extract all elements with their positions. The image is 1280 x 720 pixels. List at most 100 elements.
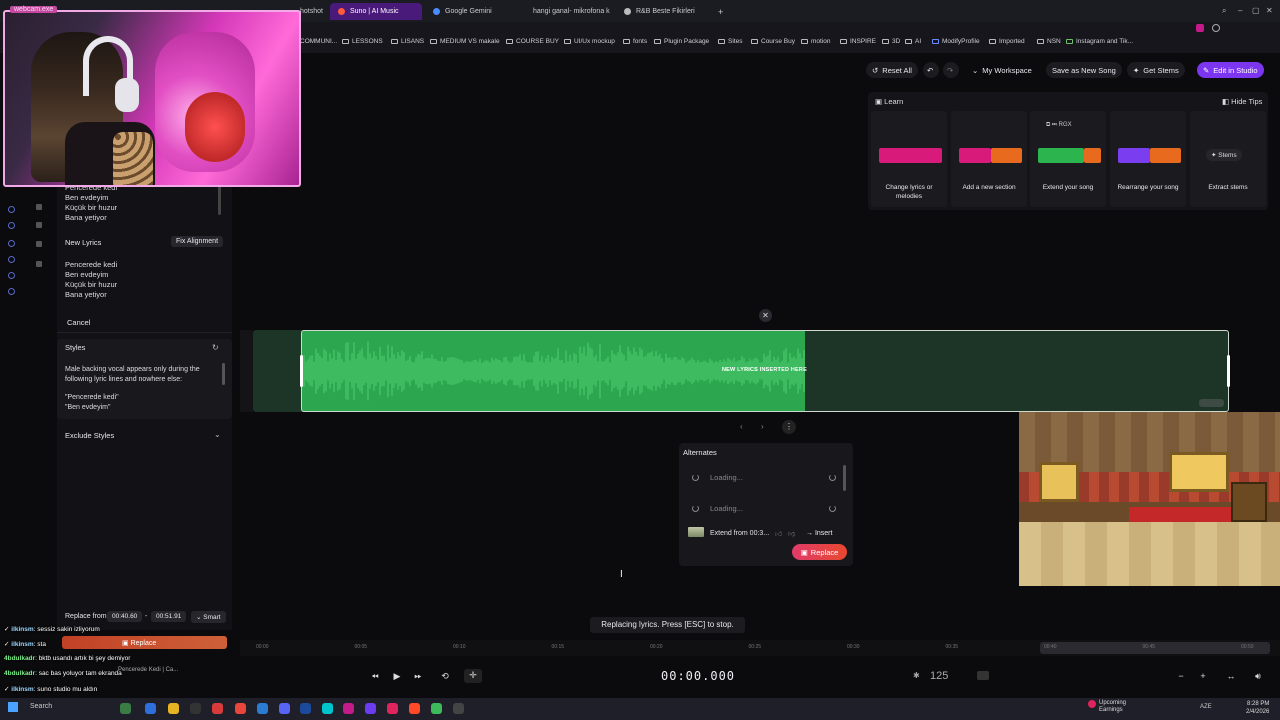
volume-icon[interactable]: 🔊︎ — [1251, 670, 1265, 682]
keyboard-icon[interactable] — [977, 671, 989, 680]
zoom-out-icon[interactable]: − — [1174, 670, 1188, 682]
notifications-icon[interactable] — [8, 272, 15, 279]
bookmark-item[interactable]: NSN — [1037, 38, 1061, 45]
taskbar-app-icon[interactable] — [322, 703, 333, 714]
tab-gemini[interactable]: Google Gemini — [425, 3, 517, 20]
home-icon[interactable] — [8, 206, 15, 213]
news-widget[interactable]: Upcoming Earnings — [1099, 700, 1126, 714]
maximize-icon[interactable]: ▢ — [1252, 6, 1260, 15]
bookmark-item[interactable]: Imported — [989, 38, 1025, 45]
extension-icon[interactable] — [1196, 24, 1204, 32]
chevron-down-icon[interactable]: ⌄ — [214, 430, 221, 439]
reset-styles-icon[interactable]: ↻ — [212, 343, 219, 352]
hide-tips-button[interactable]: ◧ Hide Tips — [1222, 97, 1262, 106]
bookmark-item[interactable]: 3D — [882, 38, 900, 45]
taskbar-app-icon[interactable] — [453, 703, 464, 714]
tip-card-stems[interactable]: ✦ Stems Extract stems — [1190, 111, 1266, 207]
styles-input[interactable]: Male backing vocal appears only during t… — [65, 365, 200, 413]
replace-from-input[interactable]: 00:40.60 — [107, 611, 143, 622]
bookmark-item[interactable]: LESSONS — [342, 38, 383, 45]
redo-button[interactable]: ↷ — [943, 62, 959, 78]
save-new-song-button[interactable]: Save as New Song — [1046, 62, 1122, 78]
bookmark-item[interactable]: COURSE BUY — [506, 38, 559, 45]
zoom-in-icon[interactable]: + — [1196, 670, 1210, 682]
download-icon[interactable] — [8, 256, 15, 263]
bookmark-item[interactable]: INSPIRE — [840, 38, 876, 45]
snap-icon[interactable]: ✛ — [464, 669, 482, 683]
taskbar-explorer-icon[interactable] — [168, 703, 179, 714]
close-window-icon[interactable]: ✕ — [1266, 6, 1273, 15]
bookmark-item[interactable]: LISANS — [391, 38, 424, 45]
range-start-handle[interactable] — [300, 355, 303, 387]
bookmark-item[interactable]: COMMUNI... — [300, 38, 337, 45]
bookmark-item[interactable]: Course Buy — [751, 38, 795, 45]
language-indicator[interactable]: AZE — [1200, 704, 1212, 710]
taskbar-app-icon[interactable] — [190, 703, 201, 714]
bookmark-item[interactable]: AI — [905, 38, 921, 45]
fix-alignment-button[interactable]: Fix Alignment — [171, 236, 224, 247]
replace-button[interactable]: ▣ Replace — [792, 544, 847, 560]
styles-scrollbar[interactable] — [222, 363, 225, 385]
replace-to-input[interactable]: 00:51.91 — [151, 611, 187, 622]
windows-start-icon[interactable] — [8, 702, 18, 712]
exclude-styles-toggle[interactable]: Exclude Styles — [65, 431, 114, 440]
create-icon[interactable] — [8, 222, 15, 229]
cancel-button[interactable]: Cancel — [67, 318, 90, 327]
news-icon[interactable] — [1088, 700, 1096, 708]
smart-dropdown[interactable]: ⌄ Smart — [191, 611, 226, 623]
workspace-dropdown[interactable]: ⌄ My Workspace — [966, 62, 1038, 78]
new-lyrics-input[interactable]: Pencerede kedi Ben evdeyim Küçük bir huz… — [65, 260, 117, 300]
gear-icon[interactable] — [36, 241, 42, 247]
bookmark-item[interactable]: UI/Ux mockup — [564, 38, 615, 45]
thumbs-up-icon[interactable]: 👍︎ — [775, 529, 782, 538]
fast-forward-icon[interactable]: ⏩︎ — [411, 670, 425, 682]
taskbar-app-icon[interactable] — [212, 703, 223, 714]
taskbar-app-icon[interactable] — [431, 703, 442, 714]
library-icon[interactable] — [8, 240, 15, 247]
bpm-input[interactable]: 125 — [930, 670, 948, 682]
taskbar-app-icon[interactable] — [120, 703, 131, 714]
lock-icon[interactable] — [36, 261, 42, 267]
bookmark-item[interactable]: MEDIUM VS makale — [430, 38, 500, 45]
system-clock[interactable]: 8:28 PM 2/4/2026 — [1246, 700, 1269, 716]
range-end-handle[interactable] — [1227, 355, 1230, 387]
tip-card-extend[interactable]: ⧉ ⏭ RGX Extend your song — [1030, 111, 1106, 207]
settings-icon[interactable] — [8, 288, 15, 295]
taskbar-app-icon[interactable] — [365, 703, 376, 714]
previous-icon[interactable]: ‹ — [740, 422, 743, 431]
tab-rnb[interactable]: R&B Beste Fikirleri — [616, 3, 708, 20]
rewind-icon[interactable]: ⏪︎ — [368, 670, 382, 682]
taskbar-app-icon[interactable] — [409, 703, 420, 714]
reset-all-button[interactable]: ↺ Reset All — [866, 62, 918, 78]
alternate-title[interactable]: Extend from 00:3... — [710, 530, 769, 537]
search-tabs-icon[interactable]: ⌕ — [1222, 6, 1226, 16]
thumbs-down-icon[interactable]: 👎︎ — [788, 529, 795, 538]
taskbar-chrome-icon[interactable] — [235, 703, 246, 714]
tip-card-lyrics[interactable]: Change lyrics or melodies — [871, 111, 947, 207]
fit-icon[interactable]: ↔ — [1224, 670, 1238, 682]
taskbar-ae-icon[interactable] — [300, 703, 311, 714]
minimize-icon[interactable]: – — [1238, 6, 1242, 15]
taskbar-edge-icon[interactable] — [145, 703, 156, 714]
get-stems-button[interactable]: ✦ Get Stems — [1127, 62, 1185, 78]
search-icon[interactable] — [36, 222, 42, 228]
new-tab-button[interactable]: + — [710, 3, 726, 20]
profile-icon[interactable] — [1212, 24, 1220, 32]
taskbar-app-icon[interactable] — [387, 703, 398, 714]
alternates-scrollbar[interactable] — [843, 465, 846, 491]
lyrics-scrollbar[interactable] — [218, 185, 221, 215]
tab-suno[interactable]: Suno | AI Music — [330, 3, 422, 20]
tip-card-rearrange[interactable]: Rearrange your song — [1110, 111, 1186, 207]
insert-button[interactable]: → Insert — [806, 530, 832, 537]
bookmark-item[interactable]: fonts — [623, 38, 647, 45]
next-icon[interactable]: › — [761, 422, 764, 431]
bookmark-item[interactable]: Instagram and Tik... — [1066, 38, 1133, 45]
bookmark-item[interactable]: ModifyProfile — [932, 38, 980, 45]
edit-in-studio-button[interactable]: ✎ Edit in Studio — [1197, 62, 1264, 78]
bookmark-item[interactable]: motion — [801, 38, 831, 45]
taskbar-search[interactable]: Search — [30, 703, 52, 710]
undo-button[interactable]: ↶ — [923, 62, 939, 78]
taskbar-app-icon[interactable] — [257, 703, 268, 714]
taskbar-app-icon[interactable] — [343, 703, 354, 714]
more-options-icon[interactable]: ⋮ — [782, 420, 796, 434]
